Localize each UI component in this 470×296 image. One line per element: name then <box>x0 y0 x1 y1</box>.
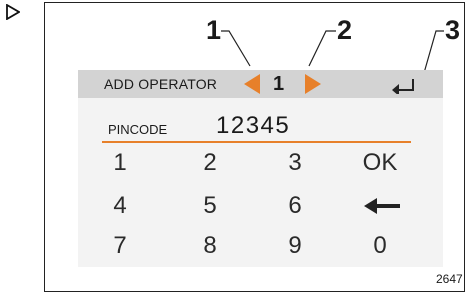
key-5[interactable]: 5 <box>188 192 232 220</box>
pincode-field[interactable]: 12345 <box>216 112 290 140</box>
key-0[interactable]: 0 <box>358 232 402 260</box>
device-screen: ADD OPERATOR 1 PINCODE 12345 1 2 3 OK 4 … <box>78 70 443 267</box>
return-icon[interactable] <box>391 76 417 94</box>
key-2[interactable]: 2 <box>188 149 232 177</box>
page-number: 1 <box>273 73 285 95</box>
pincode-underline <box>102 141 411 143</box>
title-bar: ADD OPERATOR 1 <box>78 70 443 98</box>
pincode-label: PINCODE <box>108 122 168 137</box>
right-arrow-icon[interactable] <box>304 73 322 95</box>
key-1[interactable]: 1 <box>98 149 142 177</box>
backspace-arrow-icon[interactable] <box>360 192 404 220</box>
ok-button[interactable]: OK <box>350 149 410 177</box>
screen-title: ADD OPERATOR <box>104 76 218 92</box>
key-4[interactable]: 4 <box>98 192 142 220</box>
key-6[interactable]: 6 <box>273 192 317 220</box>
key-9[interactable]: 9 <box>273 232 317 260</box>
figure-reference-number: 2647 <box>436 272 463 286</box>
key-7[interactable]: 7 <box>98 232 142 260</box>
key-3[interactable]: 3 <box>273 149 317 177</box>
key-8[interactable]: 8 <box>188 232 232 260</box>
left-arrow-icon[interactable] <box>243 73 261 95</box>
